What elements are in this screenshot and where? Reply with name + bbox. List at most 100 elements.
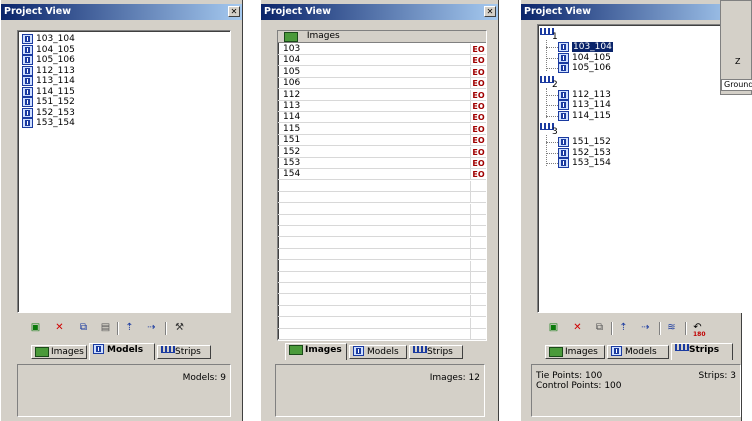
z-label: Z: [735, 57, 741, 66]
strips-icon: [161, 346, 175, 353]
move-up-icon[interactable]: ⇡: [617, 322, 630, 334]
move-right-icon[interactable]: ⇢: [145, 322, 158, 334]
list-item[interactable]: 105_106: [22, 55, 75, 66]
images-grid-header: Images: [278, 31, 486, 43]
table-row[interactable]: 106 EO: [278, 78, 486, 90]
close-button[interactable]: ✕: [228, 6, 240, 17]
status-bar: Images: 12: [275, 364, 485, 417]
model-icon: [558, 52, 569, 63]
model-item[interactable]: 151_152: [558, 137, 611, 148]
model-item[interactable]: 113_114: [558, 100, 611, 111]
model-item[interactable]: 103_104: [558, 42, 613, 53]
models-icon: [353, 346, 364, 356]
model-icon: [22, 107, 33, 118]
table-row[interactable]: 103 EO: [278, 44, 486, 55]
table-row[interactable]: 152 EO: [278, 146, 486, 158]
images-grid: Images 103 EO 104 EO 105 EO 106 EO 112 EO 113 EO 114…: [277, 30, 487, 341]
tab-models[interactable]: Models: [349, 345, 407, 359]
tab-images[interactable]: Images: [31, 345, 87, 359]
table-row[interactable]: 114 EO: [278, 112, 486, 124]
strip-label: 2: [552, 79, 558, 90]
list-item[interactable]: 113_114: [22, 76, 75, 87]
model-icon: [558, 147, 569, 158]
image-id: 114: [283, 112, 301, 123]
eo-status: EO: [470, 78, 486, 90]
tool-icon[interactable]: ⚒: [173, 322, 186, 334]
eo-status: EO: [470, 112, 486, 124]
list-item[interactable]: 114_115: [22, 86, 75, 98]
add-model-icon[interactable]: ▣: [29, 322, 42, 334]
table-row[interactable]: 104 EO: [278, 55, 486, 67]
model-icon: [22, 86, 33, 97]
toolbar-separator: [165, 322, 167, 335]
tree-connector: [546, 135, 547, 166]
copy-model-icon[interactable]: ⧉: [77, 322, 90, 334]
partial-background-window: Z Ground: [720, 0, 752, 95]
list-item[interactable]: 104_105: [22, 44, 75, 56]
table-row[interactable]: 154 EO: [278, 169, 486, 181]
image-id: 112: [283, 89, 301, 100]
add-icon[interactable]: ▣: [547, 322, 560, 334]
table-row[interactable]: 115 EO: [278, 123, 486, 135]
toolbar-separator: [611, 322, 613, 335]
panel-title: Project View: [524, 6, 592, 17]
empty-cell: [470, 329, 486, 340]
strip-order-icon[interactable]: ≋: [665, 322, 678, 334]
list-item[interactable]: 153_154: [22, 118, 75, 129]
delete-model-icon[interactable]: ✕: [53, 322, 66, 334]
table-row: [278, 249, 486, 261]
properties-icon[interactable]: ▤: [99, 322, 112, 334]
strips-tree: 1 103_104 104_105 105_106 2 112_113 113_114 114…: [537, 24, 745, 313]
models-icon: [93, 344, 104, 354]
panel-titlebar: Project View ✕: [1, 4, 242, 20]
empty-cell: [470, 180, 486, 192]
control-points-count: Control Points: 100: [536, 381, 622, 391]
move-up-icon[interactable]: ⇡: [123, 322, 136, 334]
table-row[interactable]: 153 EO: [278, 158, 486, 169]
tree-connector: [546, 57, 558, 59]
list-item[interactable]: 151_152: [22, 97, 75, 108]
tab-images[interactable]: Images: [285, 343, 347, 360]
model-item[interactable]: 153_154: [558, 158, 611, 169]
project-view-models-panel: Project View ✕ 103_104 104_105 105_106 112_…: [0, 0, 243, 421]
eo-status: EO: [470, 66, 486, 78]
move-right-icon[interactable]: ⇢: [639, 322, 652, 334]
images-icon: [549, 347, 563, 357]
table-row[interactable]: 105 EO: [278, 66, 486, 78]
tab-strips[interactable]: Strips: [409, 345, 463, 359]
strip-label: 3: [552, 127, 558, 137]
model-item[interactable]: 105_106: [558, 63, 611, 74]
tab-strips[interactable]: Strips: [671, 343, 733, 360]
model-item[interactable]: 112_113: [558, 89, 611, 101]
tree-connector: [546, 163, 558, 164]
tree-connector: [546, 105, 558, 106]
model-icon: [22, 34, 33, 44]
tab-models[interactable]: Models: [89, 343, 155, 360]
table-row[interactable]: 151 EO: [278, 135, 486, 147]
model-item[interactable]: 114_115: [558, 110, 611, 122]
tab-strips[interactable]: Strips: [157, 345, 211, 359]
tree-connector: [546, 47, 558, 48]
project-view-images-panel: Project View ✕ Images 103 EO 104 EO 105 EO 106…: [260, 0, 499, 421]
model-icon: [22, 118, 33, 128]
model-icon: [22, 97, 33, 107]
list-item[interactable]: 152_153: [22, 107, 75, 119]
split-icon[interactable]: ⧉: [593, 322, 606, 334]
tab-models[interactable]: Models: [607, 345, 669, 359]
model-item[interactable]: 104_105: [558, 52, 611, 64]
status-bar: Tie Points: 100 Control Points: 100 Stri…: [531, 364, 741, 417]
tab-images[interactable]: Images: [545, 345, 605, 359]
close-button[interactable]: ✕: [484, 6, 496, 17]
strips-toolbar: ▣ ✕ ⧉ ⇡ ⇢ ≋ ↶ 180: [547, 320, 747, 338]
model-item[interactable]: 152_153: [558, 147, 611, 159]
status-bar: Models: 9: [17, 364, 231, 417]
table-row[interactable]: 113 EO: [278, 101, 486, 112]
table-row[interactable]: 112 EO: [278, 89, 486, 101]
strips-icon: [675, 344, 689, 351]
list-item[interactable]: 103_104: [22, 34, 75, 45]
image-id: 151: [283, 135, 301, 146]
project-view-strips-panel: Project View 1 103_104 104_105 105_106 2 112_…: [520, 0, 745, 421]
list-item[interactable]: 112_113: [22, 65, 75, 77]
panel-titlebar: Project View: [521, 4, 741, 20]
delete-icon[interactable]: ✕: [571, 322, 584, 334]
